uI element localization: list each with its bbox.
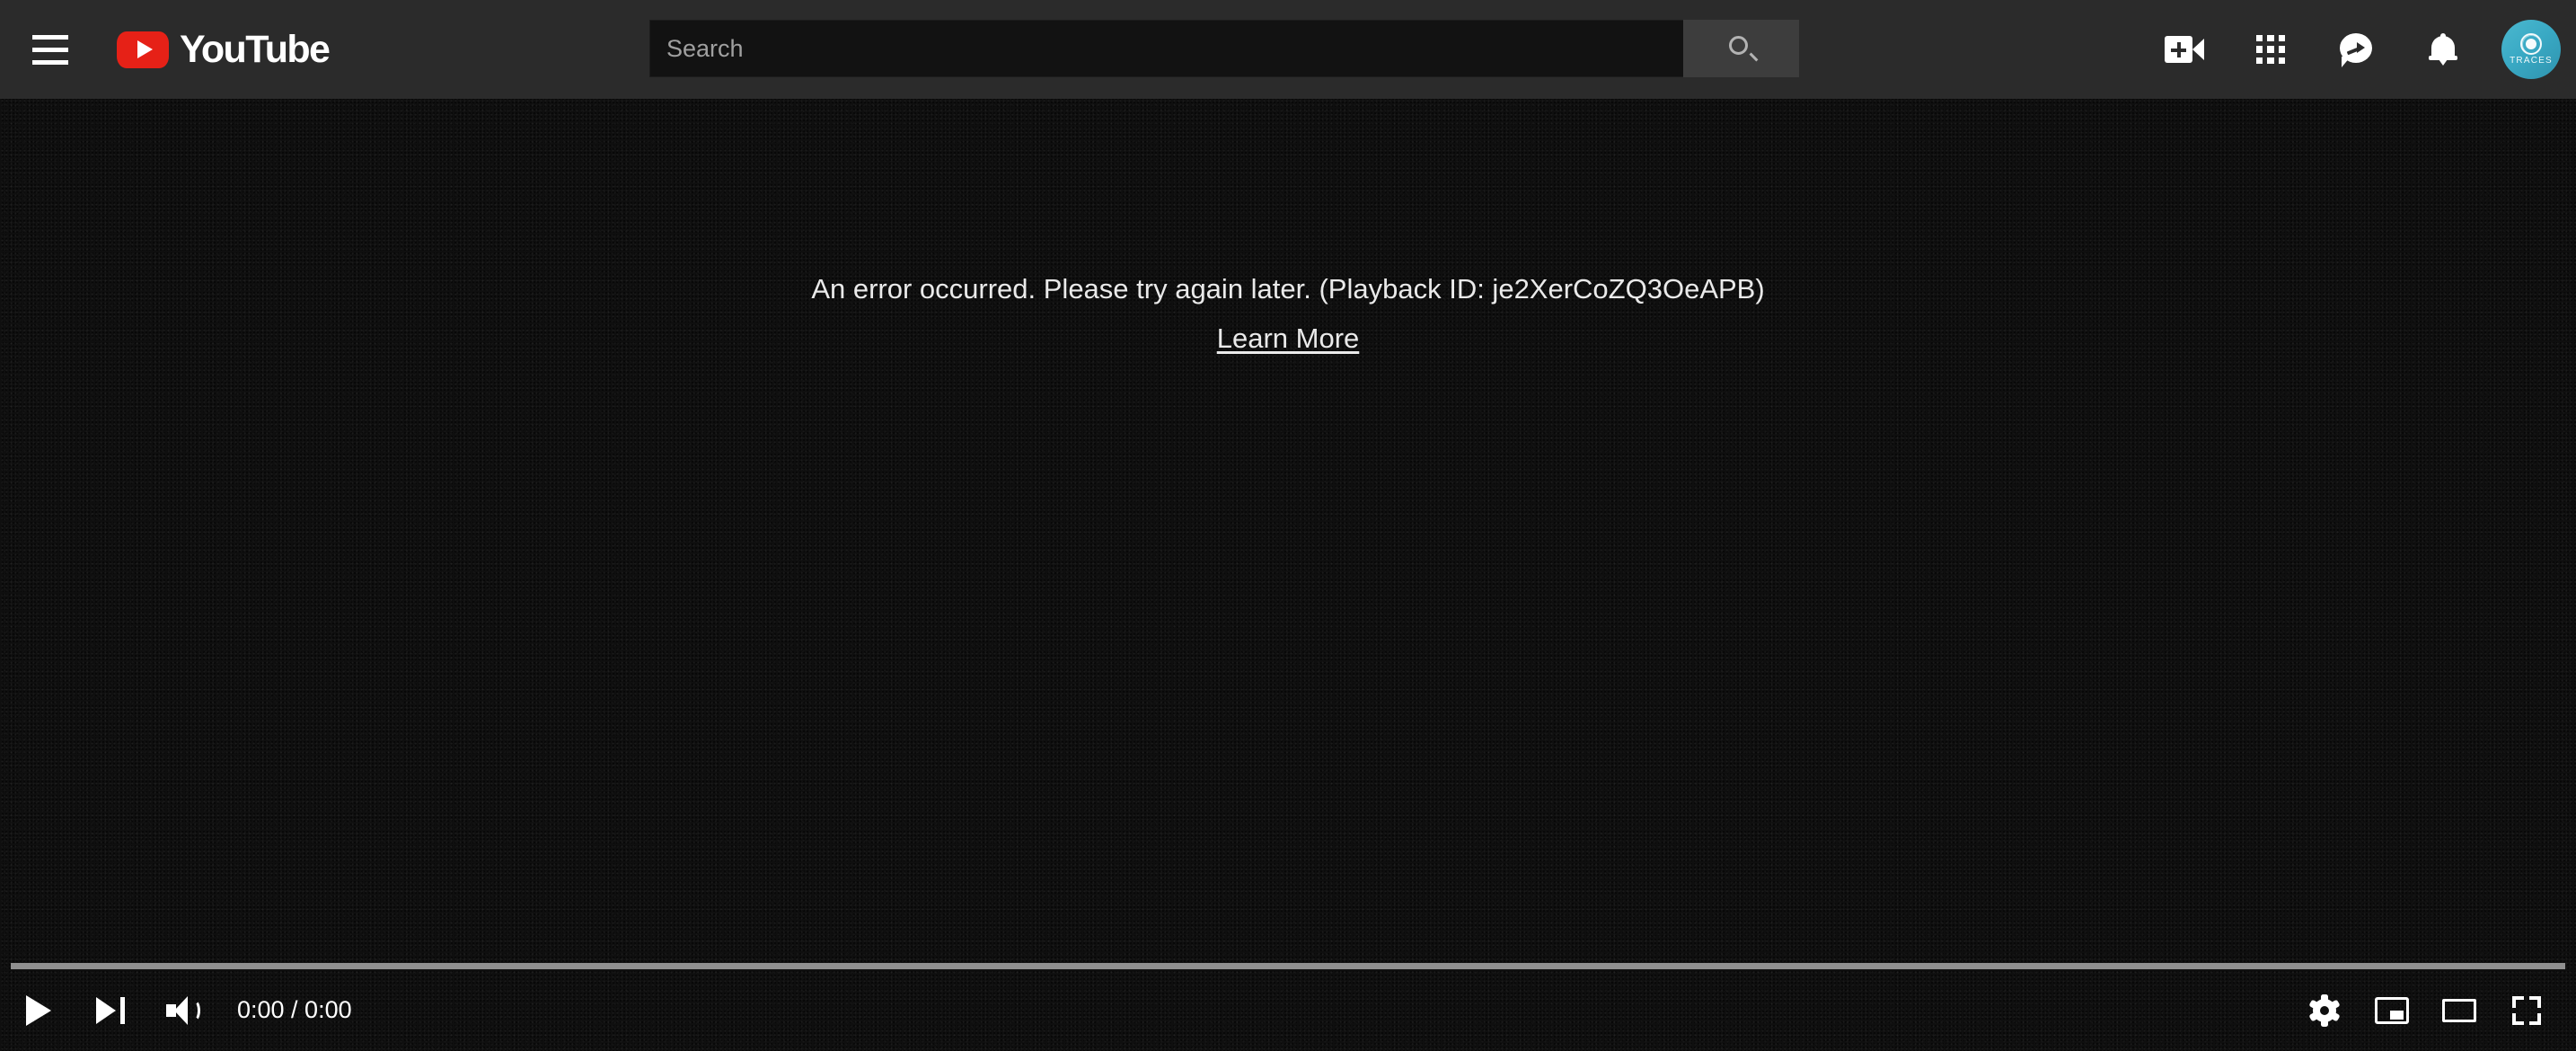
search-input[interactable] — [649, 20, 1683, 77]
video-player[interactable]: An error occurred. Please try again late… — [0, 99, 2576, 1051]
time-display: 0:00 / 0:00 — [237, 996, 352, 1023]
player-controls: 0:00 / 0:00 — [0, 963, 2576, 1051]
gear-icon — [2307, 994, 2341, 1027]
volume-button[interactable] — [147, 969, 221, 1051]
youtube-wordmark: YouTube — [180, 27, 331, 71]
player-error-block: An error occurred. Please try again late… — [0, 269, 2576, 355]
apps-grid-icon — [2256, 35, 2285, 64]
theater-mode-button[interactable] — [2425, 969, 2492, 1051]
apps-button[interactable] — [2228, 0, 2314, 99]
volume-speaker-icon — [166, 995, 202, 1025]
hamburger-icon-line — [32, 47, 68, 52]
notifications-button[interactable] — [2400, 0, 2486, 99]
theater-mode-icon — [2441, 998, 2476, 1022]
play-triangle-icon — [137, 40, 153, 58]
play-button[interactable] — [0, 969, 74, 1051]
search-submit-button[interactable] — [1683, 20, 1799, 77]
play-icon — [26, 994, 51, 1026]
youtube-logo[interactable]: YouTube — [117, 23, 331, 75]
error-message: An error occurred. Please try again late… — [811, 273, 1765, 305]
controls-right-group — [2290, 969, 2576, 1051]
message-share-icon — [2340, 33, 2374, 67]
video-camera-plus-icon — [2165, 36, 2204, 63]
video-surface — [0, 99, 2576, 1051]
settings-button[interactable] — [2290, 969, 2358, 1051]
guide-menu-button[interactable] — [32, 29, 75, 70]
avatar: TRACES — [2501, 20, 2561, 79]
search-form — [649, 20, 1799, 77]
youtube-play-icon — [117, 31, 169, 68]
learn-more-link[interactable]: Learn More — [1217, 322, 1360, 355]
miniplayer-button[interactable] — [2358, 969, 2425, 1051]
next-track-icon — [96, 996, 125, 1024]
masthead: YouTube Search TRACES — [0, 0, 2576, 99]
create-video-button[interactable] — [2141, 0, 2228, 99]
next-video-button[interactable] — [74, 969, 147, 1051]
traces-logo-icon — [2520, 33, 2542, 55]
account-avatar-button[interactable]: TRACES — [2486, 0, 2576, 99]
hamburger-icon-line — [32, 34, 68, 40]
messages-button[interactable] — [2314, 0, 2400, 99]
bell-icon — [2429, 33, 2457, 66]
controls-row: 0:00 / 0:00 — [0, 969, 2576, 1051]
avatar-brand-text: TRACES — [2510, 56, 2553, 66]
miniplayer-icon — [2374, 996, 2409, 1024]
progress-bar-scrubber[interactable] — [11, 963, 2565, 969]
magnifier-icon — [1728, 36, 1758, 62]
fullscreen-icon — [2511, 995, 2541, 1025]
header-buttons: TRACES — [2141, 0, 2576, 99]
fullscreen-button[interactable] — [2492, 969, 2560, 1051]
hamburger-icon-line — [32, 59, 68, 65]
